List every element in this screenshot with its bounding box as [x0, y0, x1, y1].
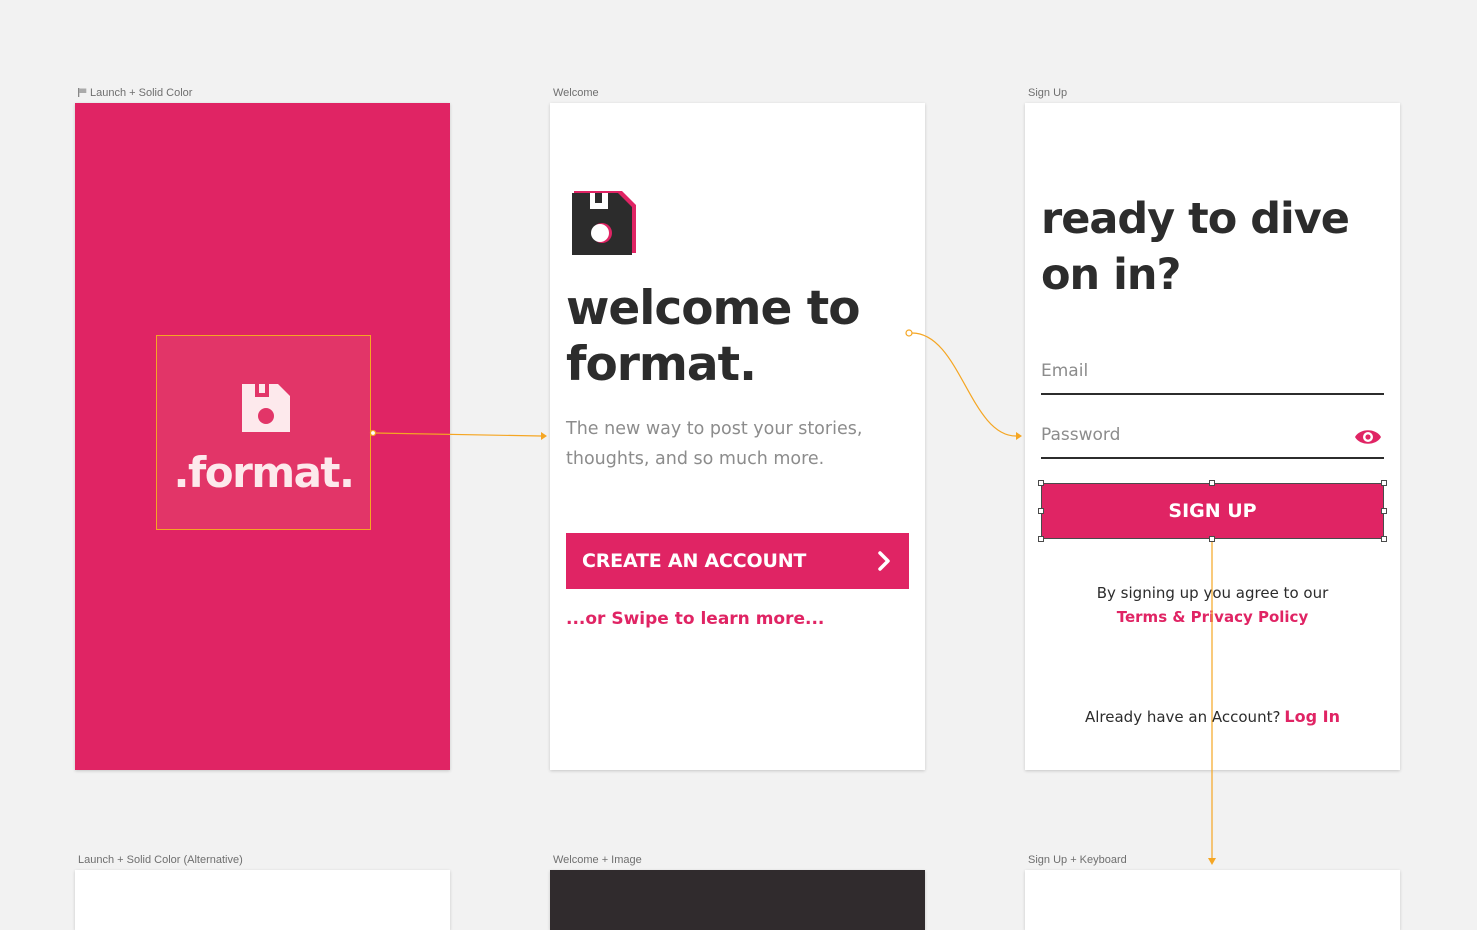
artboard-signup[interactable]: ready to dive on in? SIGN UP By signing …	[1025, 103, 1400, 770]
create-account-label: CREATE AN ACCOUNT	[582, 550, 807, 572]
artboard-label-launch[interactable]: Launch + Solid Color	[78, 87, 192, 99]
artboard-launch[interactable]: .format.	[75, 103, 450, 770]
artboard-signup-keyboard[interactable]	[1025, 870, 1400, 930]
artboard-label-signup[interactable]: Sign Up	[1028, 87, 1067, 99]
floppy-disk-icon	[570, 191, 638, 259]
resize-handle[interactable]	[1381, 536, 1387, 542]
login-row: Already have an Account? Log In	[1025, 707, 1400, 726]
resize-handle[interactable]	[1381, 480, 1387, 486]
resize-handle[interactable]	[1038, 480, 1044, 486]
launch-logo-group[interactable]: .format.	[156, 335, 371, 530]
terms-privacy-link[interactable]: Terms & Privacy Policy	[1025, 605, 1400, 629]
have-account-text: Already have an Account?	[1085, 708, 1281, 726]
signup-button[interactable]: SIGN UP	[1041, 483, 1384, 539]
artboard-label-launch-text: Launch + Solid Color	[90, 87, 193, 99]
agree-text: By signing up you agree to our	[1096, 584, 1329, 602]
email-field-wrapper	[1041, 355, 1384, 395]
artboard-label-welcome-image[interactable]: Welcome + Image	[553, 854, 642, 866]
signup-title: ready to dive on in?	[1041, 194, 1350, 300]
flag-icon	[78, 88, 87, 97]
chevron-right-icon	[877, 551, 891, 571]
artboard-welcome[interactable]: welcome to format. The new way to post y…	[550, 103, 925, 770]
resize-handle[interactable]	[1209, 480, 1215, 486]
resize-handle[interactable]	[1209, 536, 1215, 542]
eye-icon[interactable]	[1354, 427, 1382, 447]
password-field-wrapper	[1041, 419, 1384, 459]
artboard-label-signup-keyboard[interactable]: Sign Up + Keyboard	[1028, 854, 1127, 866]
artboard-label-launch-alt[interactable]: Launch + Solid Color (Alternative)	[78, 854, 243, 866]
swipe-learn-more-link[interactable]: ...or Swipe to learn more...	[566, 609, 824, 629]
floppy-disk-icon	[242, 384, 290, 432]
create-account-button[interactable]: CREATE AN ACCOUNT	[566, 533, 909, 589]
welcome-subtitle: The new way to post your stories, though…	[566, 419, 863, 469]
resize-handle[interactable]	[1381, 508, 1387, 514]
email-field[interactable]	[1041, 361, 1331, 381]
artboard-label-welcome[interactable]: Welcome	[553, 87, 599, 99]
artboard-launch-alt[interactable]	[75, 870, 450, 930]
agree-text-block: By signing up you agree to our Terms & P…	[1025, 581, 1400, 629]
launch-logo-text: .format.	[173, 448, 355, 497]
artboard-welcome-image[interactable]	[550, 870, 925, 930]
welcome-title: welcome to format.	[566, 281, 861, 392]
login-link[interactable]: Log In	[1284, 707, 1340, 726]
resize-handle[interactable]	[1038, 508, 1044, 514]
resize-handle[interactable]	[1038, 536, 1044, 542]
password-field[interactable]	[1041, 425, 1331, 445]
